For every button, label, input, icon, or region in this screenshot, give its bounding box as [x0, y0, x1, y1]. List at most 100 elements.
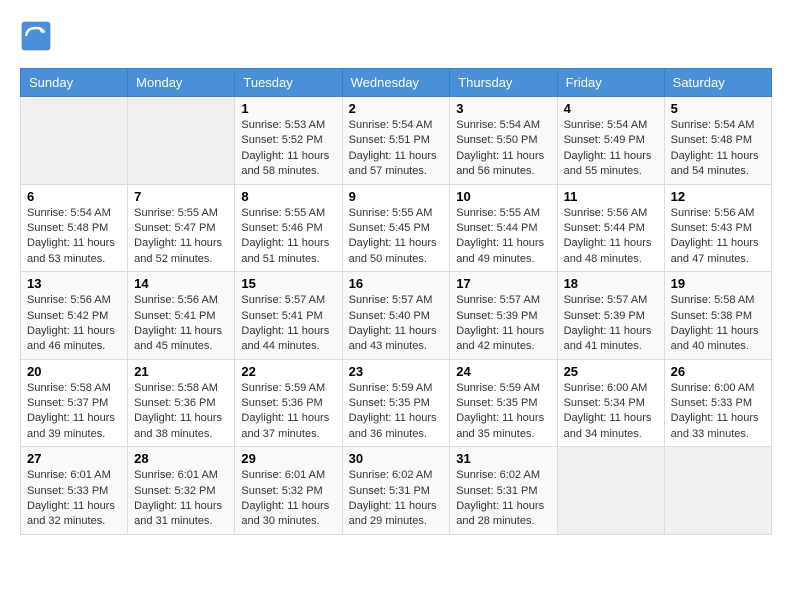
day-cell: 25Sunrise: 6:00 AMSunset: 5:34 PMDayligh… — [557, 359, 664, 447]
week-row-1: 6 Sunrise: 5:54 AMSunset: 5:48 PMDaylight… — [21, 184, 772, 272]
day-info: Sunrise: 5:56 AMSunset: 5:41 PMDaylight:… — [134, 293, 228, 355]
header-cell-wednesday: Wednesday — [342, 69, 450, 97]
day-number: 13 — [27, 276, 121, 291]
day-cell: 14 Sunrise: 5:56 AMSunset: 5:41 PMDayligh… — [128, 272, 235, 360]
day-cell: 1 Sunrise: 5:53 AMSunset: 5:52 PMDaylight… — [235, 97, 342, 185]
header-cell-tuesday: Tuesday — [235, 69, 342, 97]
day-cell: 2 Sunrise: 5:54 AMSunset: 5:51 PMDaylight… — [342, 97, 450, 185]
day-info: Sunrise: 6:02 AMSunset: 5:31 PMDaylight:… — [456, 468, 550, 530]
day-cell: 29 Sunrise: 6:01 AMSunset: 5:32 PMDayligh… — [235, 447, 342, 535]
day-number: 3 — [456, 101, 550, 116]
day-info: Sunrise: 5:56 AMSunset: 5:44 PMDaylight:… — [564, 206, 658, 268]
day-info: Sunrise: 5:59 AMSunset: 5:35 PMDaylight:… — [349, 381, 444, 443]
day-number: 19 — [671, 276, 765, 291]
day-info: Sunrise: 5:54 AMSunset: 5:48 PMDaylight:… — [27, 206, 121, 268]
day-cell: 23 Sunrise: 5:59 AMSunset: 5:35 PMDayligh… — [342, 359, 450, 447]
day-info: Sunrise: 6:02 AMSunset: 5:31 PMDaylight:… — [349, 468, 444, 530]
header-cell-monday: Monday — [128, 69, 235, 97]
day-info: Sunrise: 5:55 AMSunset: 5:46 PMDaylight:… — [241, 206, 335, 268]
day-cell: 10Sunrise: 5:55 AMSunset: 5:44 PMDayligh… — [450, 184, 557, 272]
day-cell: 12 Sunrise: 5:56 AMSunset: 5:43 PMDayligh… — [664, 184, 771, 272]
day-cell — [21, 97, 128, 185]
day-number: 23 — [349, 364, 444, 379]
day-info: Sunrise: 5:58 AMSunset: 5:38 PMDaylight:… — [671, 293, 765, 355]
day-info: Sunrise: 6:01 AMSunset: 5:33 PMDaylight:… — [27, 468, 121, 530]
day-cell: 11 Sunrise: 5:56 AMSunset: 5:44 PMDayligh… — [557, 184, 664, 272]
day-number: 4 — [564, 101, 658, 116]
day-info: Sunrise: 5:57 AMSunset: 5:41 PMDaylight:… — [241, 293, 335, 355]
week-row-2: 13 Sunrise: 5:56 AMSunset: 5:42 PMDayligh… — [21, 272, 772, 360]
day-cell: 6 Sunrise: 5:54 AMSunset: 5:48 PMDaylight… — [21, 184, 128, 272]
day-number: 14 — [134, 276, 228, 291]
day-cell: 17Sunrise: 5:57 AMSunset: 5:39 PMDayligh… — [450, 272, 557, 360]
day-info: Sunrise: 5:54 AMSunset: 5:51 PMDaylight:… — [349, 118, 444, 180]
day-cell: 8 Sunrise: 5:55 AMSunset: 5:46 PMDaylight… — [235, 184, 342, 272]
day-info: Sunrise: 6:00 AMSunset: 5:34 PMDaylight:… — [564, 381, 658, 443]
day-info: Sunrise: 5:58 AMSunset: 5:37 PMDaylight:… — [27, 381, 121, 443]
day-info: Sunrise: 5:57 AMSunset: 5:39 PMDaylight:… — [456, 293, 550, 355]
day-cell: 4 Sunrise: 5:54 AMSunset: 5:49 PMDaylight… — [557, 97, 664, 185]
header-cell-thursday: Thursday — [450, 69, 557, 97]
day-info: Sunrise: 5:56 AMSunset: 5:42 PMDaylight:… — [27, 293, 121, 355]
day-cell — [128, 97, 235, 185]
day-info: Sunrise: 5:55 AMSunset: 5:47 PMDaylight:… — [134, 206, 228, 268]
week-row-3: 20 Sunrise: 5:58 AMSunset: 5:37 PMDayligh… — [21, 359, 772, 447]
day-cell: 26Sunrise: 6:00 AMSunset: 5:33 PMDayligh… — [664, 359, 771, 447]
day-number: 20 — [27, 364, 121, 379]
day-number: 31 — [456, 451, 550, 466]
day-info: Sunrise: 6:01 AMSunset: 5:32 PMDaylight:… — [241, 468, 335, 530]
day-number: 24 — [456, 364, 550, 379]
day-number: 12 — [671, 189, 765, 204]
day-info: Sunrise: 5:55 AMSunset: 5:44 PMDaylight:… — [456, 206, 550, 268]
day-info: Sunrise: 5:56 AMSunset: 5:43 PMDaylight:… — [671, 206, 765, 268]
day-number: 30 — [349, 451, 444, 466]
day-cell: 13 Sunrise: 5:56 AMSunset: 5:42 PMDayligh… — [21, 272, 128, 360]
day-cell: 16Sunrise: 5:57 AMSunset: 5:40 PMDayligh… — [342, 272, 450, 360]
day-cell: 9 Sunrise: 5:55 AMSunset: 5:45 PMDaylight… — [342, 184, 450, 272]
day-cell: 21Sunrise: 5:58 AMSunset: 5:36 PMDayligh… — [128, 359, 235, 447]
day-number: 5 — [671, 101, 765, 116]
day-number: 9 — [349, 189, 444, 204]
week-row-0: 1 Sunrise: 5:53 AMSunset: 5:52 PMDaylight… — [21, 97, 772, 185]
day-number: 28 — [134, 451, 228, 466]
day-info: Sunrise: 5:58 AMSunset: 5:36 PMDaylight:… — [134, 381, 228, 443]
header-cell-sunday: Sunday — [21, 69, 128, 97]
day-number: 26 — [671, 364, 765, 379]
day-info: Sunrise: 5:53 AMSunset: 5:52 PMDaylight:… — [241, 118, 335, 180]
day-cell: 24 Sunrise: 5:59 AMSunset: 5:35 PMDayligh… — [450, 359, 557, 447]
calendar-table: SundayMondayTuesdayWednesdayThursdayFrid… — [20, 68, 772, 535]
day-number: 7 — [134, 189, 228, 204]
day-cell: 15 Sunrise: 5:57 AMSunset: 5:41 PMDayligh… — [235, 272, 342, 360]
day-info: Sunrise: 5:57 AMSunset: 5:39 PMDaylight:… — [564, 293, 658, 355]
day-info: Sunrise: 5:55 AMSunset: 5:45 PMDaylight:… — [349, 206, 444, 268]
day-info: Sunrise: 6:01 AMSunset: 5:32 PMDaylight:… — [134, 468, 228, 530]
day-cell: 7 Sunrise: 5:55 AMSunset: 5:47 PMDaylight… — [128, 184, 235, 272]
logo — [20, 20, 56, 52]
day-info: Sunrise: 5:54 AMSunset: 5:50 PMDaylight:… — [456, 118, 550, 180]
day-cell: 19 Sunrise: 5:58 AMSunset: 5:38 PMDayligh… — [664, 272, 771, 360]
day-info: Sunrise: 5:54 AMSunset: 5:48 PMDaylight:… — [671, 118, 765, 180]
day-number: 2 — [349, 101, 444, 116]
day-cell: 18Sunrise: 5:57 AMSunset: 5:39 PMDayligh… — [557, 272, 664, 360]
day-number: 22 — [241, 364, 335, 379]
day-cell: 28 Sunrise: 6:01 AMSunset: 5:32 PMDayligh… — [128, 447, 235, 535]
header-cell-saturday: Saturday — [664, 69, 771, 97]
day-number: 29 — [241, 451, 335, 466]
day-number: 1 — [241, 101, 335, 116]
day-number: 6 — [27, 189, 121, 204]
day-cell: 5 Sunrise: 5:54 AMSunset: 5:48 PMDaylight… — [664, 97, 771, 185]
day-info: Sunrise: 5:59 AMSunset: 5:35 PMDaylight:… — [456, 381, 550, 443]
day-cell — [557, 447, 664, 535]
day-cell: 27 Sunrise: 6:01 AMSunset: 5:33 PMDayligh… — [21, 447, 128, 535]
day-info: Sunrise: 5:54 AMSunset: 5:49 PMDaylight:… — [564, 118, 658, 180]
day-number: 8 — [241, 189, 335, 204]
day-cell — [664, 447, 771, 535]
day-cell: 22Sunrise: 5:59 AMSunset: 5:36 PMDayligh… — [235, 359, 342, 447]
day-cell: 31 Sunrise: 6:02 AMSunset: 5:31 PMDayligh… — [450, 447, 557, 535]
day-number: 16 — [349, 276, 444, 291]
day-number: 11 — [564, 189, 658, 204]
header-cell-friday: Friday — [557, 69, 664, 97]
day-number: 15 — [241, 276, 335, 291]
day-cell: 3 Sunrise: 5:54 AMSunset: 5:50 PMDaylight… — [450, 97, 557, 185]
day-number: 27 — [27, 451, 121, 466]
